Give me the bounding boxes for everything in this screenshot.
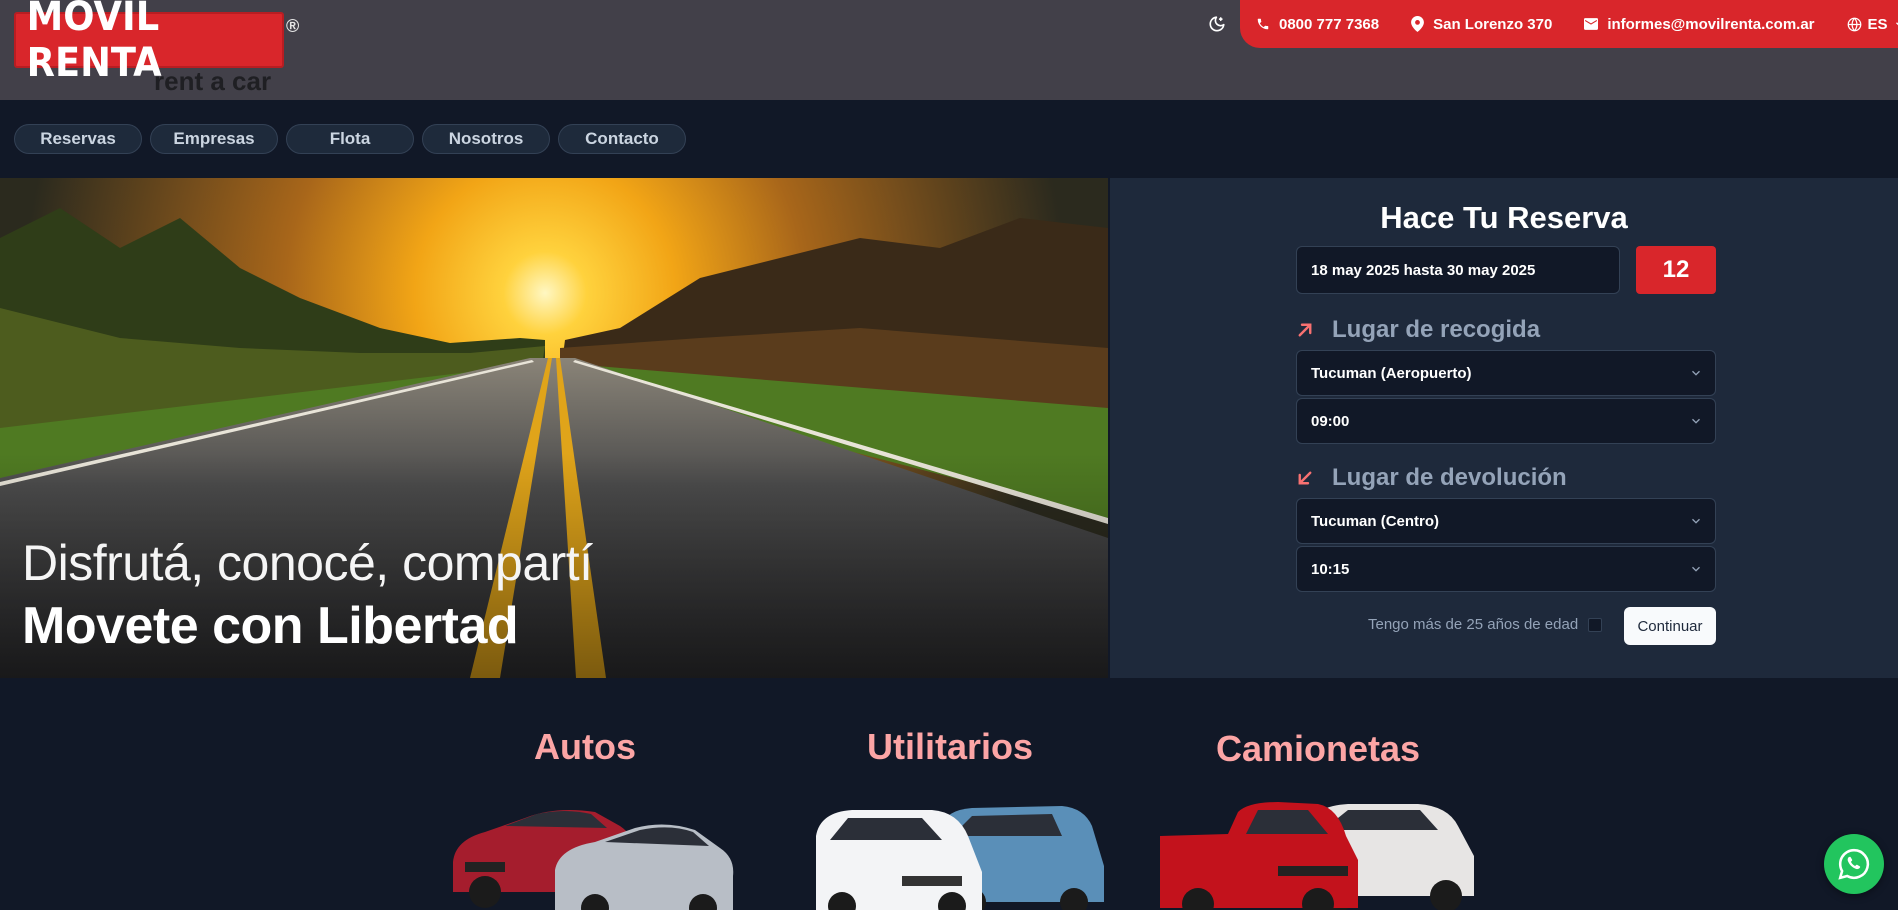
address-text: San Lorenzo 370 — [1433, 15, 1553, 33]
pickup-time-select[interactable]: 09:00 — [1296, 398, 1716, 444]
moon-icon — [1209, 16, 1225, 32]
dropoff-location-value: Tucuman (Centro) — [1311, 512, 1440, 530]
age-confirmation: Tengo más de 25 años de edad — [1368, 616, 1603, 633]
pickup-pair-image[interactable] — [1158, 796, 1478, 910]
arrow-up-right-icon — [1298, 323, 1312, 337]
theme-toggle-button[interactable] — [1205, 12, 1229, 36]
email-link[interactable]: informes@movilrenta.com.ar — [1584, 15, 1815, 33]
pickup-time-value: 09:00 — [1311, 412, 1350, 430]
chevron-down-icon — [1692, 518, 1700, 524]
whatsapp-icon — [1838, 848, 1870, 880]
logo[interactable]: MOVIL RENTA ® rent a car — [14, 0, 299, 96]
hero-tagline: Disfrutá, conocé, compartí — [22, 535, 593, 591]
pickup-heading: Lugar de recogida — [1296, 316, 1540, 344]
whatsapp-button[interactable] — [1824, 834, 1884, 894]
globe-icon — [1847, 17, 1861, 31]
contact-bar: 0800 777 7368 San Lorenzo 370 informes@m… — [1240, 0, 1898, 48]
category-title-camionetas[interactable]: Camionetas — [1190, 728, 1446, 770]
chevron-down-icon — [1692, 566, 1700, 572]
category-title-autos[interactable]: Autos — [490, 726, 680, 768]
chevron-down-icon — [1692, 418, 1700, 424]
vehicle-categories: Autos Utilitarios Camionetas — [0, 678, 1898, 910]
nav-item-flota[interactable]: Flota — [286, 124, 414, 154]
phone-icon — [1257, 18, 1269, 30]
email-text: informes@movilrenta.com.ar — [1607, 15, 1815, 33]
logo-box: MOVIL RENTA — [14, 0, 284, 86]
location-pin-icon — [1411, 16, 1425, 32]
booking-title: Hace Tu Reserva — [1380, 200, 1628, 235]
van-pair-image[interactable] — [812, 796, 1112, 910]
pickup-heading-label: Lugar de recogida — [1332, 316, 1541, 343]
address-link[interactable]: San Lorenzo 370 — [1411, 16, 1552, 33]
continue-button[interactable]: Continuar — [1624, 607, 1716, 645]
language-code: ES — [1867, 15, 1888, 33]
logo-registered-mark: ® — [286, 16, 300, 36]
car-pair-image[interactable] — [445, 792, 735, 910]
site-header: MOVIL RENTA ® rent a car 0800 777 7368 S… — [0, 0, 1898, 100]
chevron-down-icon — [1895, 22, 1898, 26]
hero-headline: Movete con Libertad — [22, 597, 519, 655]
language-selector[interactable]: ES — [1847, 16, 1898, 33]
hero-banner: Disfrutá, conocé, compartí Movete con Li… — [0, 178, 1108, 678]
booking-panel: Hace Tu Reserva 18 may 2025 hasta 30 may… — [1110, 178, 1898, 678]
mail-icon — [1584, 18, 1599, 30]
category-title-utilitarios[interactable]: Utilitarios — [850, 726, 1050, 768]
date-range-input[interactable]: 18 may 2025 hasta 30 may 2025 — [1296, 246, 1620, 294]
dropoff-heading: Lugar de devolución — [1296, 464, 1567, 492]
phone-link[interactable]: 0800 777 7368 — [1256, 16, 1379, 33]
logo-subtitle: rent a car — [154, 66, 272, 96]
pickup-location-select[interactable]: Tucuman (Aeropuerto) — [1296, 350, 1716, 396]
nav-item-nosotros[interactable]: Nosotros — [422, 124, 550, 154]
arrow-down-left-icon — [1298, 471, 1312, 485]
nav-item-empresas[interactable]: Empresas — [150, 124, 278, 154]
age-label: Tengo más de 25 años de edad — [1368, 616, 1579, 633]
dropoff-time-value: 10:15 — [1311, 560, 1350, 578]
nav-item-reservas[interactable]: Reservas — [14, 124, 142, 154]
age-checkbox[interactable] — [1588, 617, 1603, 632]
pickup-location-value: Tucuman (Aeropuerto) — [1311, 364, 1472, 382]
phone-number: 0800 777 7368 — [1279, 15, 1380, 33]
chevron-down-icon — [1692, 370, 1700, 376]
days-count-badge: 12 — [1636, 246, 1716, 294]
nav-item-contacto[interactable]: Contacto — [558, 124, 686, 154]
dropoff-location-select[interactable]: Tucuman (Centro) — [1296, 498, 1716, 544]
dropoff-heading-label: Lugar de devolución — [1332, 464, 1567, 491]
dropoff-time-select[interactable]: 10:15 — [1296, 546, 1716, 592]
main-nav: Reservas Empresas Flota Nosotros Contact… — [0, 100, 1898, 178]
